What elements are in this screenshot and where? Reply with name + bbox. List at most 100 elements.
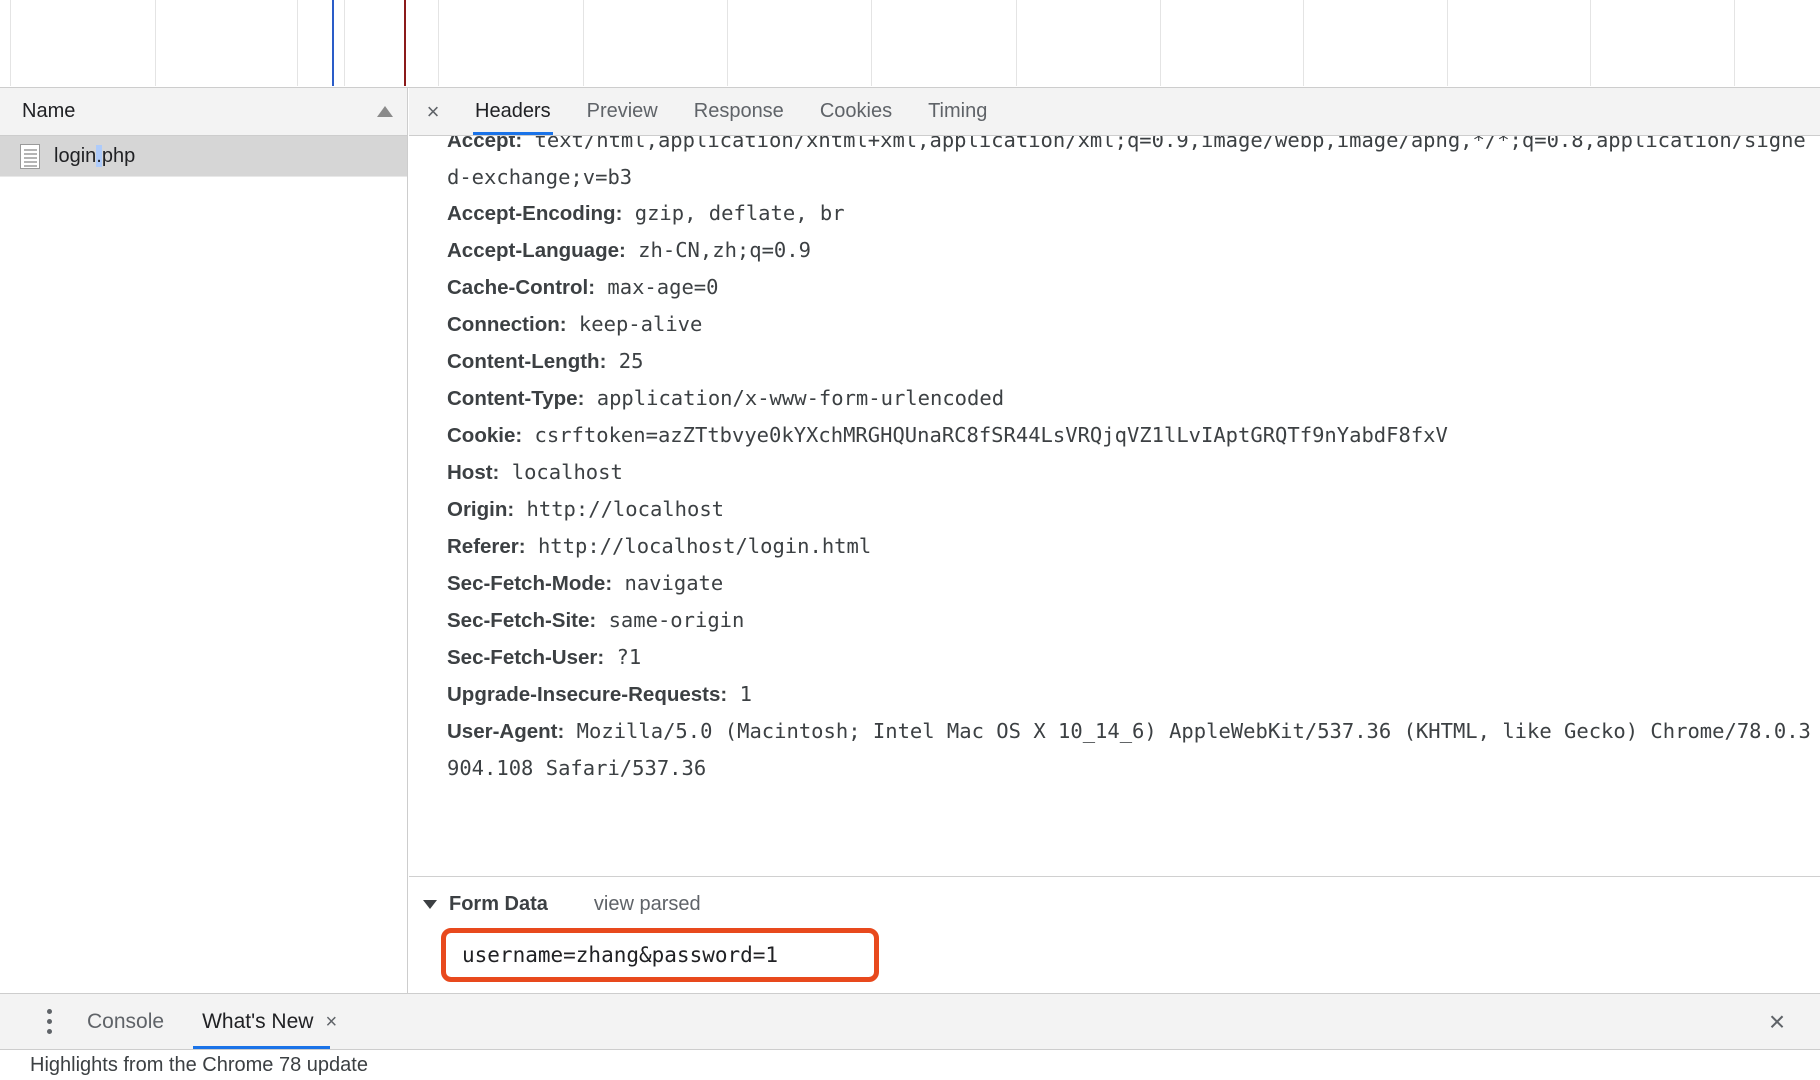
header-value[interactable]: zh-CN,zh;q=0.9: [626, 238, 811, 262]
header-row-accept-language: Accept-Language: zh-CN,zh;q=0.9: [447, 232, 1820, 269]
header-value[interactable]: http://localhost/login.html: [526, 534, 871, 558]
header-name: User-Agent:: [447, 720, 565, 743]
close-detail-icon[interactable]: ×: [409, 88, 457, 135]
header-value[interactable]: localhost: [499, 460, 623, 484]
request-name[interactable]: login.php: [54, 144, 136, 168]
tab-response[interactable]: Response: [676, 88, 802, 135]
form-data-header[interactable]: Form Data view parsed: [419, 893, 1820, 916]
request-list-body: login.php: [0, 136, 407, 177]
header-name: Sec-Fetch-Site:: [447, 609, 597, 632]
dom-content-loaded-marker: [332, 0, 334, 86]
header-row-connection: Connection: keep-alive: [447, 306, 1820, 343]
header-row-cache-control: Cache-Control: max-age=0: [447, 269, 1820, 306]
timeline-gridline-12: [1590, 0, 1591, 86]
timeline-gridline-4: [438, 0, 439, 86]
drawer-tab-label: Console: [87, 1009, 165, 1033]
header-name: Content-Length:: [447, 350, 607, 373]
header-row-sec-fetch-site: Sec-Fetch-Site: same-origin: [447, 602, 1820, 639]
request-list-panel: Name login.php: [0, 88, 408, 993]
sort-ascending-icon[interactable]: [377, 106, 393, 117]
timeline-gridline-0: [10, 0, 11, 86]
form-data-payload[interactable]: username=zhang&password=1: [462, 943, 778, 967]
timeline-gridline-7: [871, 0, 872, 86]
close-tab-icon[interactable]: ×: [325, 1012, 337, 1032]
header-row-accept: Accept: text/html,application/xhtml+xml,…: [447, 136, 1820, 195]
form-data-section: Form Data view parsed username=zhang&pas…: [409, 876, 1820, 993]
timeline-gridline-11: [1447, 0, 1448, 86]
header-name: Accept-Language:: [447, 239, 626, 262]
tab-preview[interactable]: Preview: [569, 88, 676, 135]
devtools-network-panel: Name login.php 1 requests 286 B transfer…: [0, 0, 1820, 1080]
header-row-content-type: Content-Type: application/x-www-form-url…: [447, 380, 1820, 417]
load-event-marker: [404, 0, 406, 86]
detail-tabstrip: × Headers Preview Response Cookies Timing: [409, 88, 1820, 136]
header-row-accept-encoding: Accept-Encoding: gzip, deflate, br: [447, 195, 1820, 232]
document-icon: [20, 143, 40, 169]
header-value[interactable]: navigate: [612, 571, 723, 595]
header-name: Accept-Encoding:: [447, 202, 623, 225]
header-name: Accept:: [447, 136, 523, 152]
form-data-highlight-box: username=zhang&password=1: [441, 928, 879, 982]
header-name: Origin:: [447, 498, 515, 521]
header-value[interactable]: keep-alive: [567, 312, 702, 336]
request-name-part-1: login: [54, 144, 97, 167]
header-value[interactable]: 25: [606, 349, 644, 373]
timeline-gridline-3: [344, 0, 345, 86]
network-timeline-overview[interactable]: [0, 0, 1820, 88]
header-value[interactable]: gzip, deflate, br: [622, 201, 845, 225]
timeline-gridline-13: [1734, 0, 1735, 86]
drawer-content-text: Highlights from the Chrome 78 update: [30, 1054, 368, 1076]
header-row-referer: Referer: http://localhost/login.html: [447, 528, 1820, 565]
timeline-gridline-10: [1303, 0, 1304, 86]
drawer-tab-console[interactable]: Console: [68, 994, 183, 1049]
header-name: Content-Type:: [447, 387, 585, 410]
timeline-gridline-5: [583, 0, 584, 86]
header-value[interactable]: max-age=0: [595, 275, 718, 299]
timeline-gridline-6: [727, 0, 728, 86]
drawer-tab-label: What's New: [202, 1009, 314, 1033]
timeline-gridline-1: [155, 0, 156, 86]
request-headers-scroll[interactable]: Accept: text/html,application/xhtml+xml,…: [409, 136, 1820, 876]
header-name: Sec-Fetch-Mode:: [447, 572, 613, 595]
column-header-name[interactable]: Name: [22, 100, 377, 123]
request-list-header[interactable]: Name: [0, 88, 407, 136]
header-name: Connection:: [447, 313, 567, 336]
header-value[interactable]: application/x-www-form-urlencoded: [584, 386, 1004, 410]
header-name: Upgrade-Insecure-Requests:: [447, 683, 728, 706]
header-value[interactable]: 1: [727, 682, 752, 706]
timeline-gridline-8: [1016, 0, 1017, 86]
header-row-sec-fetch-mode: Sec-Fetch-Mode: navigate: [447, 565, 1820, 602]
timeline-gridline-9: [1160, 0, 1161, 86]
header-row-origin: Origin: http://localhost: [447, 491, 1820, 528]
timeline-gridline-2: [297, 0, 298, 86]
tab-headers[interactable]: Headers: [457, 88, 569, 135]
header-row-host: Host: localhost: [447, 454, 1820, 491]
tab-timing[interactable]: Timing: [910, 88, 1005, 135]
close-drawer-icon[interactable]: ×: [1734, 994, 1820, 1049]
chevron-down-icon[interactable]: [423, 900, 437, 909]
request-name-part-2: php: [101, 144, 136, 167]
table-row[interactable]: login.php: [0, 136, 407, 177]
view-parsed-link[interactable]: view parsed: [594, 893, 701, 916]
tab-cookies[interactable]: Cookies: [802, 88, 910, 135]
header-value[interactable]: ?1: [604, 645, 642, 669]
header-value[interactable]: csrftoken=azZTtbvye0kYXchMRGHQUnaRC8fSR4…: [522, 423, 1448, 447]
header-row-cookie: Cookie: csrftoken=azZTtbvye0kYXchMRGHQUn…: [447, 417, 1820, 454]
header-value[interactable]: Mozilla/5.0 (Macintosh; Intel Mac OS X 1…: [447, 719, 1811, 780]
header-name: Cache-Control:: [447, 276, 596, 299]
header-row-user-agent: User-Agent: Mozilla/5.0 (Macintosh; Inte…: [447, 713, 1820, 786]
header-value[interactable]: http://localhost: [514, 497, 725, 521]
drawer-tab-what-s-new[interactable]: What's New ×: [183, 994, 356, 1049]
header-name: Referer:: [447, 535, 526, 558]
header-name: Host:: [447, 461, 500, 484]
header-name: Cookie:: [447, 424, 523, 447]
header-row-upgrade-insecure-requests: Upgrade-Insecure-Requests: 1: [447, 676, 1820, 713]
header-name: Sec-Fetch-User:: [447, 646, 605, 669]
header-value[interactable]: same-origin: [596, 608, 745, 632]
header-row-sec-fetch-user: Sec-Fetch-User: ?1: [447, 639, 1820, 676]
header-row-content-length: Content-Length: 25: [447, 343, 1820, 380]
request-detail-panel: × Headers Preview Response Cookies Timing Ac…: [409, 88, 1820, 993]
header-value[interactable]: text/html,application/xhtml+xml,applicat…: [447, 136, 1806, 189]
form-data-title: Form Data: [449, 893, 548, 915]
kebab-icon[interactable]: [30, 994, 68, 1049]
